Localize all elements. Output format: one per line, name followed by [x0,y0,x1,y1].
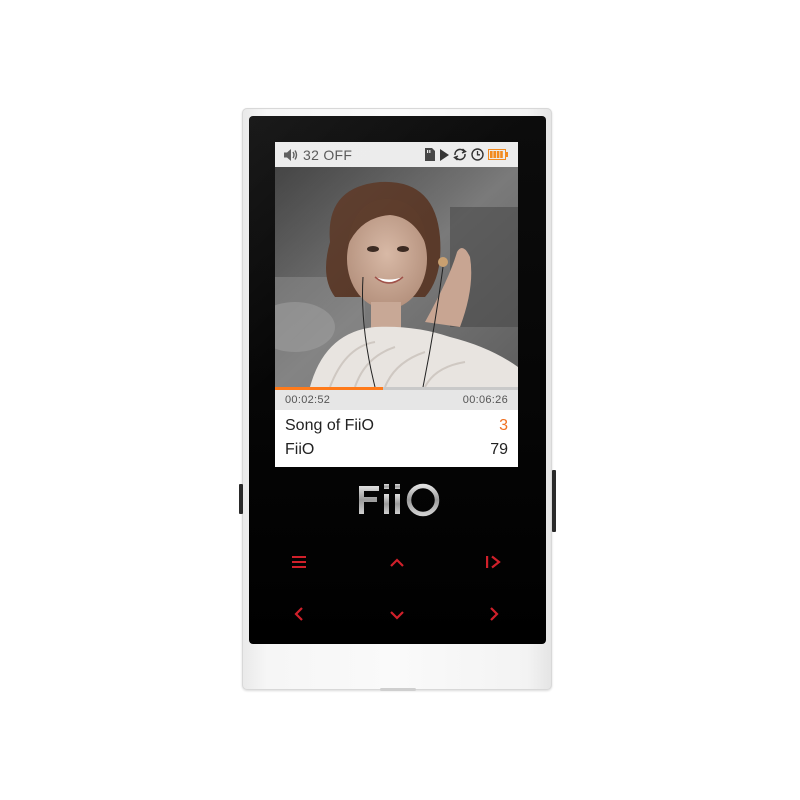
chevron-down-icon [389,607,405,625]
track-number: 3 [499,417,508,434]
fiio-logo [349,478,449,522]
side-button-right[interactable] [552,470,556,532]
down-button[interactable] [384,603,410,629]
chevron-left-icon [294,606,304,627]
album-art [275,167,518,387]
status-bar: 32 OFF [275,142,518,167]
fiio-logo-mark [359,483,440,517]
track-title-row: Song of FiiO 3 [275,414,518,438]
play-icon [439,148,449,161]
play-pause-icon [485,555,503,574]
track-count: 79 [490,441,508,458]
up-button[interactable] [384,551,410,577]
play-pause-button[interactable] [481,551,507,577]
repeat-icon [453,148,467,161]
time-row: 00:02:52 00:06:26 [275,390,518,410]
chevron-up-icon [389,555,405,573]
volume-text: 32 OFF [303,146,353,163]
battery-icon [488,149,508,160]
back-button[interactable] [286,603,312,629]
artist-name: FiiO [285,441,315,458]
side-button-left[interactable] [239,484,243,514]
forward-button[interactable] [481,603,507,629]
sd-card-icon [425,148,435,161]
display-screen: 32 OFF 00:02:52 00:06:26 Song of FiiO 3 … [275,142,518,467]
menu-button[interactable] [286,551,312,577]
total-time: 00:06:26 [462,394,508,406]
speaker-icon [283,148,299,162]
clock-icon [471,148,484,161]
elapsed-time: 00:02:52 [285,394,331,406]
track-title: Song of FiiO [285,417,374,434]
bottom-port [380,688,416,691]
artist-row: FiiO 79 [275,438,518,462]
menu-icon [292,555,306,573]
chevron-right-icon [489,606,499,627]
